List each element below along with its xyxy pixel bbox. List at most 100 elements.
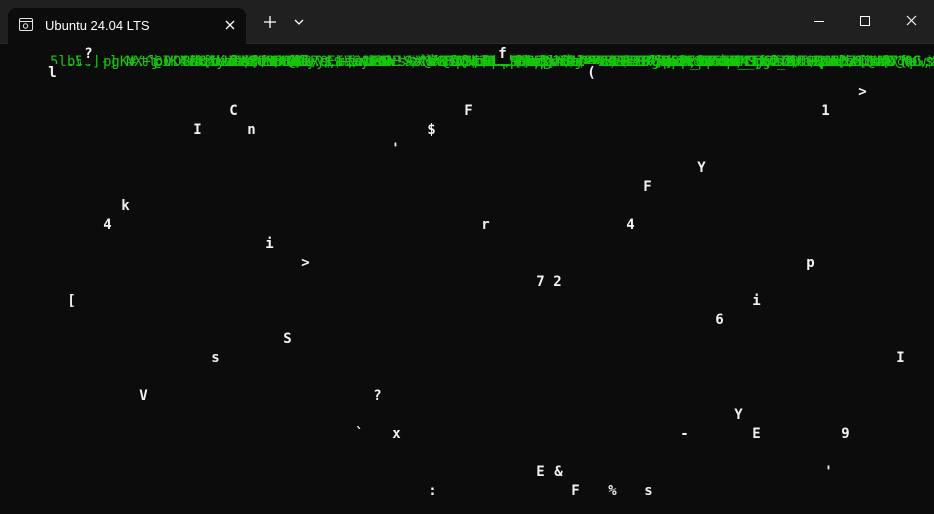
matrix-head-glyph: ?	[370, 387, 385, 406]
matrix-head-glyph: 9	[838, 425, 853, 444]
matrix-head-glyph: I	[893, 349, 908, 368]
tab-ubuntu[interactable]: Ubuntu 24.04 LTS	[8, 8, 246, 44]
tab-title: Ubuntu 24.04 LTS	[45, 18, 150, 33]
close-icon	[906, 15, 917, 26]
matrix-column: q( ,<A_b#xWI4Tf/%	[538, 54, 783, 70]
title-bar: Ubuntu 24.04 LTS	[0, 0, 934, 44]
close-icon	[225, 20, 235, 30]
matrix-column: %o"y-h$[fV	[31, 54, 276, 70]
matrix-column: aa+vAb	[158, 54, 411, 70]
matrix-column: " D=EE0UTU2__ S2v6 \\S5?Z%2	[628, 54, 881, 70]
chevron-down-icon	[294, 19, 304, 25]
matrix-head-glyph: '	[821, 463, 836, 482]
matrix-head-glyph: C	[226, 102, 241, 121]
matrix-head-glyph: `	[352, 425, 367, 444]
matrix-head-glyph: E	[749, 425, 764, 444]
matrix-column: x H2 s1H HSUdx#D@^C	[682, 54, 927, 70]
matrix-head-glyph: F	[640, 178, 655, 197]
matrix-column: ggl:!!:S 'I A7"> ,	[754, 54, 932, 70]
matrix-column: f ejtY?0Sk2P?T\	[448, 54, 710, 70]
matrix-column: o #3ah8o5E$EP	[393, 54, 646, 70]
matrix-column: IV]=LrrVIrK&	[520, 54, 773, 70]
matrix-head-glyph: r	[478, 216, 493, 235]
matrix-head-glyph: 4	[100, 216, 115, 235]
matrix-head-glyph: $	[424, 121, 439, 140]
matrix-head-glyph: x	[389, 425, 404, 444]
matrix-head-glyph: 2	[550, 273, 565, 292]
matrix-head-glyph: s	[641, 482, 656, 501]
matrix-head-glyph: 7	[533, 273, 548, 292]
matrix-head-glyph: '	[388, 140, 403, 159]
matrix-head-glyph: &	[551, 463, 566, 482]
matrix-column: pgK#.^@IK4	[103, 54, 356, 70]
matrix-column: ,cNFSv AsNfN1VbtCf3'?Ru$<m`	[321, 54, 574, 70]
matrix-column: VD%N8c+UTXX	[13, 54, 258, 70]
matrix-column: R,<A_b#xWI4T1/	[556, 54, 809, 70]
matrix-head-glyph: n	[244, 121, 259, 140]
matrix-head-glyph: i	[262, 235, 277, 254]
matrix-head-glyph: 1	[818, 102, 833, 121]
matrix-column: l/Q,cIa1F0N!9 ` JSCf?'q[]	[303, 54, 556, 70]
matrix-column: \]mRcEIVSy00h!>:`wS JSCf?'q[]	[285, 54, 555, 70]
matrix-head-glyph: f	[495, 45, 510, 64]
matrix-column: sHE'$Xsx@A o 9bbqg?U!$<svs	[375, 54, 620, 70]
matrix-head-glyph: F	[568, 482, 583, 501]
matrix-column: 2d8DnNl+y^$ i	[249, 54, 486, 70]
matrix-column: o0'YIk	[121, 54, 374, 70]
matrix-column: ..2c`z#CLr2T- /	[610, 54, 863, 70]
matrix-column: tl 8h"XXVee8UmBB#V	[140, 54, 393, 70]
matrix-head-glyph: >	[298, 254, 313, 273]
matrix-head-glyph: Y	[694, 159, 709, 178]
matrix-column: :cN9!RiO0	[664, 54, 909, 70]
matrix-head-glyph: k	[118, 197, 133, 216]
matrix-column: < [ #7?&r	[797, 54, 891, 70]
matrix-column: 6p)ITKf_Ars1pHHSUdx#D@^C	[718, 54, 934, 70]
matrix-column: 5DS,YE:+7_SpSzd\OO0*R'/	[646, 54, 899, 70]
tab-dropdown-button[interactable]	[288, 10, 316, 34]
matrix-head-glyph: >	[855, 83, 870, 102]
matrix-column: bV o k /xk%%%	[67, 54, 312, 70]
matrix-rain: VD%N8c+UTXX %o"y-h$[fV 5l.50]-]'NX+j b tm…	[0, 45, 934, 514]
matrix-column: cNR \ :	[700, 54, 934, 70]
minimize-button[interactable]	[796, 0, 842, 44]
matrix-column: NbS5L'dSt?vfZJ7PL<+L'R'oo2s	[466, 54, 719, 70]
matrix-column: dxi"eh t.@ .	[212, 54, 474, 70]
matrix-head-glyph: I	[190, 121, 205, 140]
matrix-head-glyph: -	[677, 425, 692, 444]
terminal-output[interactable]: VD%N8c+UTXX %o"y-h$[fV 5l.50]-]'NX+j b tm…	[0, 45, 934, 514]
maximize-button[interactable]	[842, 0, 888, 44]
matrix-head-glyph: (	[584, 64, 599, 83]
matrix-column: q[<mM	[266, 54, 519, 70]
matrix-column: lA"C n l+y^$ iY ` w. .	[231, 54, 493, 70]
tab-close-button[interactable]	[220, 15, 240, 35]
matrix-column: )T> [u\$NVfkgSy	[790, 54, 934, 70]
terminal-tux-icon	[19, 18, 33, 31]
matrix-head-glyph: S	[280, 330, 295, 349]
matrix-head-glyph: E	[533, 463, 548, 482]
matrix-head-glyph: p	[803, 254, 818, 273]
matrix-column: AzViIXh'zQ*.1?'s	[194, 54, 439, 70]
plus-icon	[264, 16, 276, 28]
matrix-head-glyph: 6	[712, 311, 727, 330]
matrix-head-glyph: [	[64, 292, 79, 311]
close-window-button[interactable]	[888, 0, 934, 44]
matrix-head-glyph: %	[605, 482, 620, 501]
matrix-column: +\:t'N s'X@A*fN VtbM?u;?U!$<yU	[339, 54, 601, 70]
matrix-head-glyph: F	[461, 102, 476, 121]
matrix-head-glyph: i	[749, 292, 764, 311]
matrix-column: PS!67;)3qr	[430, 54, 683, 70]
matrix-head-glyph: V	[136, 387, 151, 406]
matrix-column: +^u>:![1m>'Npwsh$INvfkgsy	[808, 54, 934, 70]
matrix-head-glyph: :	[425, 482, 440, 501]
matrix-column: Ak	[176, 54, 429, 70]
matrix-head-glyph: ?	[81, 45, 96, 64]
matrix-column: sD '	[357, 54, 610, 70]
new-tab-button[interactable]	[256, 10, 284, 34]
matrix-column: a 'pu[hS Ar6'9C fc	[786, 54, 934, 70]
matrix-head-glyph: s	[208, 349, 223, 368]
matrix-column: z^k-F7;)3qr #3ah8oDNBBE>?7	[411, 54, 673, 70]
maximize-icon	[860, 16, 870, 26]
matrix-head-glyph: l	[45, 64, 60, 83]
matrix-head-glyph: Y	[731, 406, 746, 425]
matrix-head-glyph: 4	[623, 216, 638, 235]
